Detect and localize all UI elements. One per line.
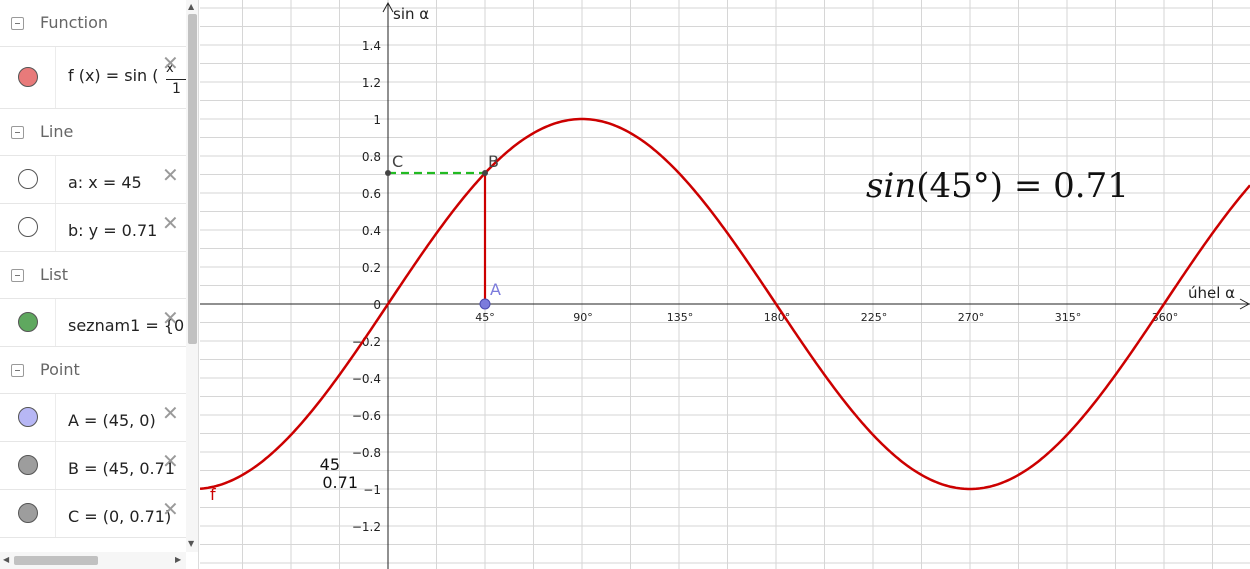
marble-column [0,299,56,346]
group-list[interactable]: List [0,252,186,299]
x-tick-label: 135° [667,311,694,324]
value-071-text: 0.71 [322,473,358,492]
formula-fn: sin [866,166,916,206]
y-tick-label: 0 [373,298,381,312]
y-tick-label: 0.6 [362,187,381,201]
visibility-marble[interactable] [18,503,38,523]
y-tick-label: 1 [373,113,381,127]
fraction-bar [166,79,186,80]
algebra-item-seznam1[interactable]: seznam1 = {0 ✕ [0,299,186,347]
collapse-icon[interactable] [11,364,24,377]
collapse-icon[interactable] [11,17,24,30]
visibility-marble[interactable] [18,312,38,332]
algebra-list: Function f (x) = sin ( x 1 ✕ Line a: x =… [0,0,186,538]
value-45-text: 45 [320,455,340,474]
function-text: f (x) = sin ( [68,66,159,85]
y-tick-label: −0.4 [352,372,381,386]
algebra-view: Function f (x) = sin ( x 1 ✕ Line a: x =… [0,0,199,569]
algebra-item-f[interactable]: f (x) = sin ( x 1 ✕ [0,47,186,109]
graphics-canvas[interactable]: sin α úhel α 1.4 1.2 1 0.8 0.6 0.4 0.2 0… [200,0,1250,569]
y-tick-labels: 1.4 1.2 1 0.8 0.6 0.4 0.2 0 −0.2 −0.4 −0… [352,39,381,534]
definition-text[interactable]: C = (0, 0.71) [68,507,171,526]
y-tick-label: 1.4 [362,39,381,53]
scroll-up-icon[interactable]: ▲ [188,2,194,11]
x-tick-label: 270° [958,311,985,324]
algebra-item-b[interactable]: b: y = 0.71 ✕ [0,204,186,252]
group-point[interactable]: Point [0,347,186,394]
scroll-left-icon[interactable]: ◀ [3,555,9,564]
visibility-marble[interactable] [18,407,38,427]
delete-icon[interactable]: ✕ [162,53,179,73]
visibility-marble[interactable] [18,217,38,237]
x-tick-label: 315° [1055,311,1082,324]
y-axis-label: sin α [393,5,429,23]
x-tick-label: 90° [573,311,593,324]
scroll-thumb[interactable] [14,556,98,565]
group-line[interactable]: Line [0,109,186,156]
graphics-view[interactable]: sin α úhel α 1.4 1.2 1 0.8 0.6 0.4 0.2 0… [200,0,1250,569]
visibility-marble[interactable] [18,169,38,189]
delete-icon[interactable]: ✕ [162,165,179,185]
marble-column [0,394,56,441]
geogebra-app: Function f (x) = sin ( x 1 ✕ Line a: x =… [0,0,1250,569]
y-tick-label: −0.8 [352,446,381,460]
vertical-scrollbar[interactable]: ▲ ▼ [186,0,198,552]
x-axis-label: úhel α [1188,284,1235,302]
algebra-item-a[interactable]: a: x = 45 ✕ [0,156,186,204]
definition-text[interactable]: B = (45, 0.71 [68,459,175,478]
y-tick-label: −1.2 [352,520,381,534]
collapse-icon[interactable] [11,269,24,282]
x-tick-label: 225° [861,311,888,324]
delete-icon[interactable]: ✕ [162,499,179,519]
algebra-item-C[interactable]: C = (0, 0.71) ✕ [0,490,186,538]
marble-column [0,47,56,108]
marble-column [0,156,56,203]
group-label: Function [40,13,109,32]
scroll-right-icon[interactable]: ▶ [175,555,181,564]
group-label: Point [40,360,80,379]
scroll-thumb[interactable] [188,14,197,344]
x-tick-label: 45° [475,311,495,324]
marble-column [0,442,56,489]
fraction-denominator: 1 [172,81,181,97]
definition-text[interactable]: a: x = 45 [68,173,142,192]
visibility-marble[interactable] [18,455,38,475]
formula-text: sin(45°) = 0.71 [866,166,1129,206]
point-C[interactable] [385,170,391,176]
collapse-icon[interactable] [11,126,24,139]
definition-text[interactable]: A = (45, 0) [68,411,156,430]
y-tick-label: 1.2 [362,76,381,90]
definition-text[interactable]: b: y = 0.71 [68,221,157,240]
marble-column [0,490,56,537]
group-function[interactable]: Function [0,0,186,47]
point-C-label: C [392,152,403,171]
y-tick-label: 0.2 [362,261,381,275]
y-tick-label: 0.8 [362,150,381,164]
marble-column [0,204,56,251]
group-label: Line [40,122,74,141]
scroll-down-icon[interactable]: ▼ [188,539,194,548]
y-tick-label: −0.6 [352,409,381,423]
formula-rest: (45°) = 0.71 [916,166,1129,206]
point-A-label: A [490,280,501,299]
algebra-item-B[interactable]: B = (45, 0.71 ✕ [0,442,186,490]
y-tick-label: 0.4 [362,224,381,238]
delete-icon[interactable]: ✕ [162,451,179,471]
point-A[interactable] [479,298,491,310]
group-label: List [40,265,68,284]
y-tick-label: −1 [363,483,381,497]
delete-icon[interactable]: ✕ [162,403,179,423]
delete-icon[interactable]: ✕ [162,213,179,233]
point-B-label: B [488,152,499,171]
delete-icon[interactable]: ✕ [162,308,179,328]
algebra-item-A[interactable]: A = (45, 0) ✕ [0,394,186,442]
horizontal-scrollbar[interactable]: ◀ ▶ [0,552,186,569]
function-f-label: f [210,485,216,504]
definition-text[interactable]: f (x) = sin ( [68,66,159,85]
visibility-marble[interactable] [18,67,38,87]
